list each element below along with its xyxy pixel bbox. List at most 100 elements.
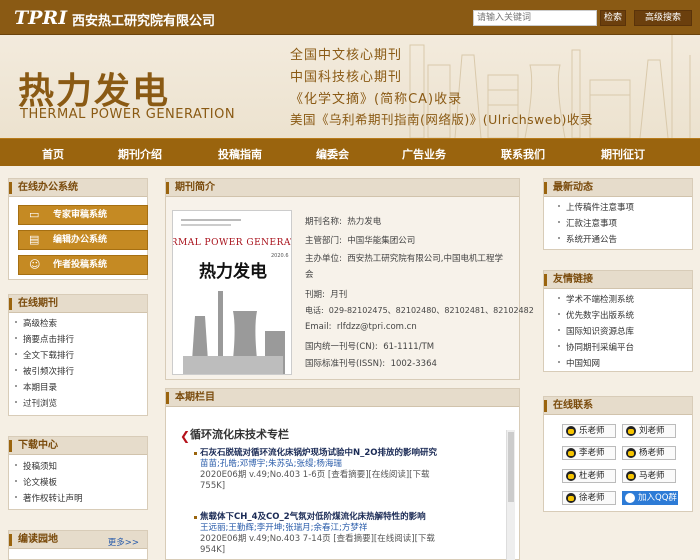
qq-penguin-icon xyxy=(626,448,636,458)
article-meta[interactable]: 2020E06期 v.49;No.403 1-6页 [查看摘要][在线阅读][下… xyxy=(200,470,502,481)
advanced-search-button[interactable]: 高级搜索 xyxy=(634,10,692,26)
main-nav: 首页 期刊介绍 投稿指南 编委会 广告业务 联系我们 期刊征订 xyxy=(0,138,700,166)
info-journal-name: 期刊名称: 热力发电 xyxy=(305,217,382,227)
article-size[interactable]: 954K] xyxy=(200,545,502,556)
journal-cover-image[interactable]: THERMAL POWER GENERATION 2020.6 热力发电 xyxy=(172,210,292,375)
article-title[interactable]: 焦载体下CH_4及CO_2气氛对低阶煤流化床热解特性的影响 xyxy=(200,512,502,523)
qq-penguin-icon xyxy=(566,426,576,436)
section-heading: 循环流化床技术专栏 xyxy=(190,428,289,441)
qq-penguin-icon xyxy=(625,493,635,503)
link-priority-publishing[interactable]: 优先数字出版系统 xyxy=(557,309,634,321)
join-qq-group-button[interactable]: 加入QQ群 xyxy=(622,491,678,505)
nav-editorial-board[interactable]: 编委会 xyxy=(316,146,349,162)
editor-office-button[interactable]: ▤ 编辑办公系统 xyxy=(18,230,148,250)
latest-news-panel: 最新动态 上传稿件注意事项 汇款注意事项 系统开通公告 xyxy=(543,178,693,250)
institute-name: 西安热工研究院有限公司 xyxy=(72,14,216,29)
link-paper-template[interactable]: 论文模板 xyxy=(14,476,57,488)
link-current-issue[interactable]: 本期目录 xyxy=(14,381,57,393)
slogan-1: 全国中文核心期刊 xyxy=(290,48,403,63)
banner: 热力发电 THERMAL POWER GENERATION 全国中文核心期刊 中… xyxy=(0,35,700,138)
tpri-logo[interactable]: TPRI xyxy=(14,7,67,29)
online-office-title: 在线办公系统 xyxy=(9,179,147,197)
cover-issue: 2020.6 xyxy=(271,253,289,259)
editor-reader-garden-title: 编读园地 更多>> xyxy=(9,531,147,549)
qq-contact-button[interactable]: 乐老师 xyxy=(562,424,616,438)
expert-review-label: 专家审稿系统 xyxy=(53,210,108,220)
cover-illustration: THERMAL POWER GENERATION 2020.6 热力发电 xyxy=(173,211,292,374)
nav-advertising[interactable]: 广告业务 xyxy=(402,146,446,162)
article-item: 焦载体下CH_4及CO_2气氛对低阶煤流化床热解特性的影响 王远丽;王勤辉;李开… xyxy=(200,512,502,556)
info-cn-number: 国内统一刊号(CN): 61-1111/TM xyxy=(305,342,435,352)
slogan-4: 美国《乌利希期刊指南(网络版)》(Ulrichsweb)收录 xyxy=(290,112,593,127)
garden-title-text: 编读园地 xyxy=(18,534,58,545)
info-sponsor-cont: 会 xyxy=(305,270,314,280)
info-email: Email: rlfdzz@tpri.com.cn xyxy=(305,322,417,332)
qq-contact-button[interactable]: 徐老师 xyxy=(562,491,616,505)
link-abstract-click-rank[interactable]: 摘要点击排行 xyxy=(14,333,74,345)
qq-penguin-icon xyxy=(566,493,576,503)
article-meta[interactable]: 2020E06期 v.49;No.403 7-14页 [查看摘要][在线阅读][… xyxy=(200,534,502,545)
nav-journal-intro[interactable]: 期刊介绍 xyxy=(118,146,162,162)
article-title[interactable]: 石灰石脱硫对循环流化床锅炉现场试验中N_2O排放的影响研究 xyxy=(200,448,502,459)
link-knowledge-resource[interactable]: 国际知识资源总库 xyxy=(557,325,634,337)
online-journal-panel: 在线期刊 高级检索 摘要点击排行 全文下载排行 被引频次排行 本期目录 过刊浏览 xyxy=(8,294,148,416)
qq-contact-button[interactable]: 杨老师 xyxy=(622,446,676,460)
qq-contact-button[interactable]: 李老师 xyxy=(562,446,616,460)
article-list-scrollbar[interactable] xyxy=(506,430,515,560)
slogan-3: 《化学文摘》(简称CA)收录 xyxy=(290,92,463,107)
expert-review-button[interactable]: ▭ 专家审稿系统 xyxy=(18,205,148,225)
editor-reader-garden-panel: 编读园地 更多>> xyxy=(8,530,148,560)
qq-penguin-icon xyxy=(626,426,636,436)
nav-home[interactable]: 首页 xyxy=(42,146,64,162)
online-office-panel: 在线办公系统 ▭ 专家审稿系统 ▤ 编辑办公系统 ☺ 作者投稿系统 xyxy=(8,178,148,280)
news-item[interactable]: 汇款注意事项 xyxy=(557,217,617,229)
link-submission-notice[interactable]: 投稿须知 xyxy=(14,460,57,472)
download-center-panel: 下载中心 投稿须知 论文模板 著作权转让声明 xyxy=(8,436,148,510)
scrollbar-thumb[interactable] xyxy=(508,432,514,502)
author-submission-button[interactable]: ☺ 作者投稿系统 xyxy=(18,255,148,275)
users-icon: ☺ xyxy=(29,258,41,271)
news-item[interactable]: 系统开通公告 xyxy=(557,233,617,245)
nav-contact-us[interactable]: 联系我们 xyxy=(501,146,545,162)
online-contact-title: 在线联系 xyxy=(544,397,692,415)
article-size[interactable]: 755K] xyxy=(200,481,502,492)
cover-title-cn: 热力发电 xyxy=(199,261,267,282)
qq-penguin-icon xyxy=(566,448,576,458)
qq-contact-button[interactable]: 马老师 xyxy=(622,469,676,483)
document-icon: ▤ xyxy=(29,233,40,246)
qq-penguin-icon xyxy=(566,471,576,481)
news-item[interactable]: 上传稿件注意事项 xyxy=(557,201,634,213)
cover-title-en: THERMAL POWER GENERATION xyxy=(173,238,292,248)
link-cnki[interactable]: 中国知网 xyxy=(557,357,600,369)
link-download-rank[interactable]: 全文下载排行 xyxy=(14,349,74,361)
nav-subscription[interactable]: 期刊征订 xyxy=(601,146,645,162)
link-citation-rank[interactable]: 被引频次排行 xyxy=(14,365,74,377)
qq-contact-button[interactable]: 杜老师 xyxy=(562,469,616,483)
qq-contact-button[interactable]: 刘老师 xyxy=(622,424,676,438)
link-advanced-search[interactable]: 高级检索 xyxy=(14,317,57,329)
link-copyright-statement[interactable]: 著作权转让声明 xyxy=(15,492,83,504)
journal-intro-title: 期刊简介 xyxy=(166,179,519,197)
search-input[interactable] xyxy=(473,10,597,26)
online-journal-title: 在线期刊 xyxy=(9,295,147,313)
author-submission-label: 作者投稿系统 xyxy=(53,260,108,270)
info-sponsor: 主办单位: 西安热工研究院有限公司,中国电机工程学 xyxy=(305,254,503,264)
info-supervisor: 主管部门: 中国华能集团公司 xyxy=(305,236,416,246)
article-bullet-icon xyxy=(194,516,197,519)
nav-submission-guide[interactable]: 投稿指南 xyxy=(218,146,262,162)
link-editing-platform[interactable]: 协同期刊采编平台 xyxy=(557,341,634,353)
search-button[interactable]: 检索 xyxy=(600,10,626,26)
info-phone: 电话: 029-82102475、82102480、82102481、82102… xyxy=(305,306,534,315)
friendly-links-title: 友情链接 xyxy=(544,271,692,289)
link-plagiarism-check[interactable]: 学术不端检测系统 xyxy=(557,293,634,305)
journal-brand-title-en: THERMAL POWER GENERATION xyxy=(20,107,236,122)
info-frequency: 刊期: 月刊 xyxy=(305,290,348,300)
article-item: 石灰石脱硫对循环流化床锅炉现场试验中N_2O排放的影响研究 苗苗;孔皓;邓博宇;… xyxy=(200,448,502,492)
info-issn: 国际标准刊号(ISSN): 1002-3364 xyxy=(305,359,437,369)
section-chevron-icon: ❮ xyxy=(180,429,191,443)
article-authors[interactable]: 王远丽;王勤辉;李开坤;张瑞月;余春江;方梦祥 xyxy=(200,523,502,534)
link-past-issues[interactable]: 过刊浏览 xyxy=(14,397,57,409)
article-authors[interactable]: 苗苗;孔皓;邓博宇;朱苏弘;张缦;杨海瑞 xyxy=(200,459,502,470)
garden-more-link[interactable]: 更多>> xyxy=(108,534,139,552)
current-issue-title: 本期栏目 xyxy=(166,389,519,407)
